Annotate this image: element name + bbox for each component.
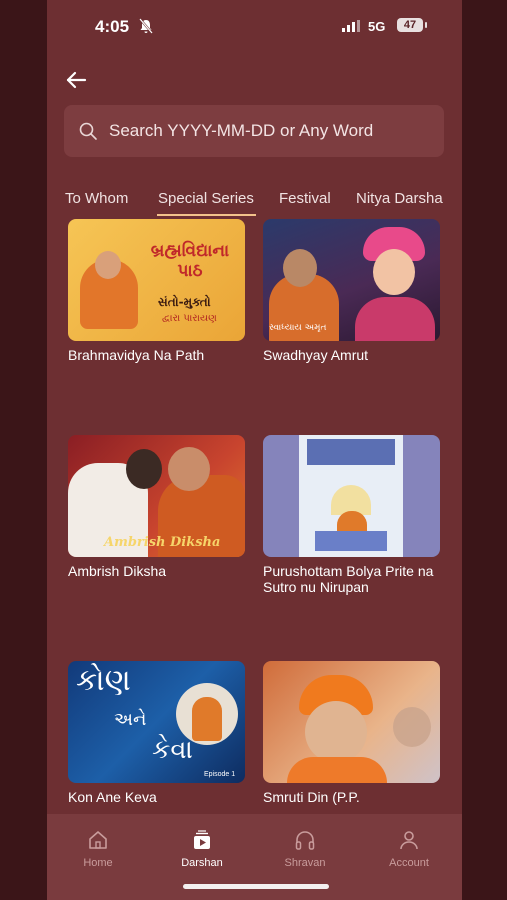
series-card-smruti-din[interactable]: Smruti Din (P.P. bbox=[263, 661, 440, 805]
tab-festival[interactable]: Festival bbox=[279, 190, 331, 207]
series-thumbnail: Ambrish Diksha bbox=[68, 435, 245, 557]
series-card-kon-ane-keva[interactable]: કોણ અને કેવા Episode 1 Kon Ane Keva bbox=[68, 661, 245, 805]
status-time: 4:05 bbox=[95, 17, 130, 36]
battery-level: 47 bbox=[403, 19, 417, 31]
series-thumbnail bbox=[263, 435, 440, 557]
series-card-ambrish-diksha[interactable]: Ambrish Diksha Ambrish Diksha bbox=[68, 435, 245, 579]
search-icon bbox=[79, 122, 97, 140]
series-thumbnail: બ્રહ્મવિદ્યાના પાઠ સંતો-મુક્તો દ્વારા પા… bbox=[68, 219, 245, 341]
card-title: Kon Ane Keva bbox=[68, 789, 157, 805]
thumb-caption-text: કેવા bbox=[152, 735, 193, 765]
active-tab-indicator bbox=[157, 214, 256, 216]
thumb-title-text: કોણ bbox=[76, 663, 131, 698]
series-card-purushottam[interactable]: Purushottam Bolya Prite na Sutro nu Niru… bbox=[263, 435, 440, 595]
series-card-brahmavidya[interactable]: બ્રહ્મવિદ્યાના પાઠ સંતો-મુક્તો દ્વારા પા… bbox=[68, 219, 245, 363]
series-thumbnail: કોણ અને કેવા Episode 1 bbox=[68, 661, 245, 783]
thumb-title-text: બ્રહ્મવિદ્યાના પાઠ bbox=[150, 241, 230, 281]
tab-special-series[interactable]: Special Series bbox=[158, 190, 254, 207]
search-placeholder: Search YYYY-MM-DD or Any Word bbox=[109, 121, 374, 140]
tab-nitya-darshan[interactable]: Nitya Darsha bbox=[356, 190, 443, 207]
nav-account[interactable]: Account bbox=[369, 829, 449, 869]
tab-to-whom[interactable]: To Whom bbox=[65, 190, 128, 207]
series-thumbnail bbox=[263, 661, 440, 783]
bell-muted-icon bbox=[139, 18, 153, 34]
card-title: Purushottam Bolya Prite na Sutro nu Niru… bbox=[263, 563, 434, 595]
nav-label: Shravan bbox=[284, 857, 326, 869]
category-tabs: To Whom Special Series Festival Nitya Da… bbox=[47, 185, 462, 216]
home-icon bbox=[89, 831, 107, 849]
battery-icon: 47 bbox=[397, 18, 423, 32]
card-title: Brahmavidya Na Path bbox=[68, 347, 205, 363]
status-bar: 4:05 5G 47 bbox=[47, 10, 462, 40]
thumb-caption-text: સ્વાધ્યાય અમૃત bbox=[269, 323, 327, 333]
signal-icon bbox=[342, 20, 360, 32]
thumb-subtitle-text: સંતો-મુક્તો bbox=[158, 295, 211, 309]
series-card-swadhyay[interactable]: સ્વાધ્યાય અમૃત Swadhyay Amrut bbox=[263, 219, 440, 363]
network-type: 5G bbox=[368, 19, 386, 34]
nav-label: Darshan bbox=[181, 857, 223, 869]
nav-label: Account bbox=[389, 857, 429, 869]
nav-shravan[interactable]: Shravan bbox=[265, 829, 345, 869]
thumb-caption-text: Ambrish Diksha bbox=[104, 535, 221, 550]
card-title: Smruti Din (P.P. bbox=[263, 789, 360, 805]
headphones-icon bbox=[295, 831, 315, 850]
card-title: Swadhyay Amrut bbox=[263, 347, 369, 363]
thumb-caption-text: દ્વારા પારાયણ bbox=[162, 313, 217, 324]
search-field[interactable]: Search YYYY-MM-DD or Any Word bbox=[64, 105, 444, 157]
episode-label: Episode 1 bbox=[204, 771, 236, 778]
play-icon bbox=[194, 830, 210, 849]
home-indicator[interactable] bbox=[183, 884, 329, 889]
bottom-nav: Home Darshan Shravan Account bbox=[47, 814, 462, 900]
thumb-subtitle-text: અને bbox=[114, 709, 147, 730]
nav-home[interactable]: Home bbox=[58, 829, 138, 869]
card-title: Ambrish Diksha bbox=[68, 563, 167, 579]
person-icon bbox=[400, 831, 418, 850]
nav-darshan[interactable]: Darshan bbox=[162, 829, 242, 869]
app-screen: 4:05 5G 47 Search YYYY-MM-DD or Any Word… bbox=[47, 0, 462, 900]
nav-label: Home bbox=[83, 857, 113, 869]
series-thumbnail: સ્વાધ્યાય અમૃત bbox=[263, 219, 440, 341]
battery-tip bbox=[425, 22, 427, 28]
back-arrow-icon[interactable] bbox=[65, 70, 87, 90]
